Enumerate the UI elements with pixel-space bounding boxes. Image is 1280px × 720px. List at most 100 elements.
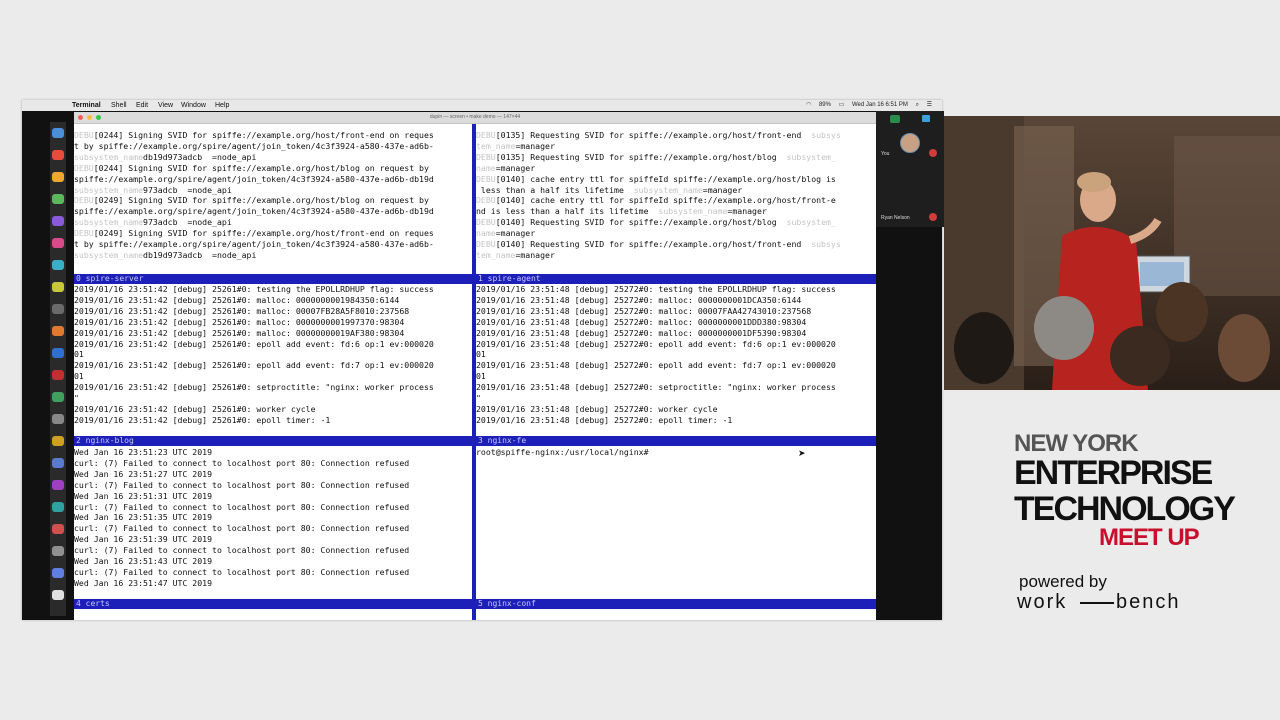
dock-app-icon[interactable]: [52, 150, 64, 160]
log-field-dim: DEBU: [476, 151, 496, 162]
dock-app-icon[interactable]: [52, 480, 64, 490]
dock-app-icon[interactable]: [52, 436, 64, 446]
dock-app-icon[interactable]: [52, 590, 64, 600]
menu-shell[interactable]: Shell: [111, 100, 127, 111]
mic-muted-icon[interactable]: [929, 149, 937, 157]
wifi-icon[interactable]: ◠: [806, 102, 811, 108]
log-text: curl: (7) Failed to connect to localhost…: [74, 479, 410, 490]
menu-extras-icon[interactable]: ☰: [927, 102, 932, 108]
log-field-dim: tem_name: [476, 249, 516, 260]
dock-app-icon[interactable]: [52, 524, 64, 534]
terminal-line: 2019/01/16 23:51:48 [debug] 25272#0: wor…: [476, 404, 876, 415]
terminal-line: 2019/01/16 23:51:48 [debug] 25272#0: epo…: [476, 415, 876, 426]
menu-window[interactable]: Window: [181, 100, 206, 111]
dock-app-icon[interactable]: [52, 568, 64, 578]
search-icon[interactable]: ⌕: [916, 102, 919, 108]
mouse-cursor-icon: ➤: [798, 448, 806, 458]
dock-app-icon[interactable]: [52, 304, 64, 314]
dock-app-icon[interactable]: [52, 260, 64, 270]
terminal-line: DEBU[0140] Requesting SVID for spiffe://…: [476, 217, 876, 228]
pane-spire-agent-log[interactable]: DEBU[0135] Requesting SVID for spiffe://…: [476, 130, 876, 270]
workbench-logo-dash: [1080, 602, 1114, 604]
dock-app-icon[interactable]: [52, 216, 64, 226]
pane-nginx-debug-right[interactable]: 2019/01/16 23:51:48 [debug] 25272#0: tes…: [476, 284, 876, 436]
terminal-line: tem_name=manager: [476, 141, 876, 152]
terminal-line: 2019/01/16 23:51:42 [debug] 25261#0: tes…: [74, 284, 472, 295]
battery-icon[interactable]: ▭: [839, 102, 845, 108]
terminal-line: spiffe://example.org/spire/agent/join_to…: [74, 174, 472, 185]
log-text: =node_api: [212, 249, 257, 260]
log-text: t by spiffe://example.org/spire/agent/jo…: [74, 239, 434, 250]
log-field-dim: DEBU: [476, 217, 496, 228]
log-text: curl: (7) Failed to connect to localhost…: [74, 566, 410, 577]
terminal-line: 2019/01/16 23:51:42 [debug] 25261#0: mal…: [74, 306, 472, 317]
terminal-line: subsystem_name973adcb =node_api: [74, 185, 472, 196]
terminal-line: DEBU[0135] Requesting SVID for spiffe://…: [476, 130, 876, 141]
people-icon[interactable]: [890, 115, 900, 123]
pane-divider-vertical[interactable]: [472, 124, 476, 620]
log-field-dim: subsystem_name: [74, 151, 144, 162]
menu-help[interactable]: Help: [215, 100, 229, 111]
dock-app-icon[interactable]: [52, 370, 64, 380]
tmux-status-spire-agent: 1 spire-agent: [476, 274, 876, 284]
log-text: 2019/01/16 23:51:42 [debug] 25261#0: mal…: [74, 316, 405, 327]
terminal-line: subsystem_namedb19d973adcb =node_api: [74, 152, 472, 163]
log-text: 01: [74, 349, 84, 360]
terminal-line: 01: [476, 371, 876, 382]
pane-nginx-blog[interactable]: Wed Jan 16 23:51:23 UTC 2019 curl: (7) Fa…: [74, 447, 472, 599]
log-field-dim: subsystem_: [786, 217, 836, 228]
terminal-line: 2019/01/16 23:51:48 [debug] 25272#0: mal…: [476, 295, 876, 306]
log-text: 2019/01/16 23:51:42 [debug] 25261#0: tes…: [74, 284, 434, 294]
log-text: [0244] Signing SVID for spiffe://example…: [93, 130, 434, 140]
dock-app-icon[interactable]: [52, 194, 64, 204]
dock-app-icon[interactable]: [52, 238, 64, 248]
dock-app-icon[interactable]: [52, 128, 64, 138]
log-text: =manager: [515, 249, 555, 260]
menubar-clock[interactable]: Wed Jan 16 6:51 PM: [852, 102, 908, 108]
log-text: 973adcb: [143, 217, 188, 228]
log-text: curl: (7) Failed to connect to localhost…: [74, 545, 410, 556]
log-text: curl: (7) Failed to connect to localhost…: [74, 457, 410, 468]
dock-app-icon[interactable]: [52, 326, 64, 336]
speaker-video: [944, 116, 1280, 390]
pane-nginx-debug-left[interactable]: 2019/01/16 23:51:42 [debug] 25261#0: tes…: [74, 284, 472, 436]
log-field-dim: name: [476, 228, 496, 239]
log-text: [0249] Signing SVID for spiffe://example…: [93, 228, 434, 239]
terminal-line: DEBU[0244] Signing SVID for spiffe://exa…: [74, 130, 472, 141]
dock-app-icon[interactable]: [52, 172, 64, 182]
terminal-line: name=manager: [476, 228, 876, 239]
menu-terminal[interactable]: Terminal: [72, 100, 101, 111]
log-text: Wed Jan 16 23:51:31 UTC 2019: [74, 490, 213, 501]
terminal-line: curl: (7) Failed to connect to localhost…: [74, 545, 472, 556]
log-text: Wed Jan 16 23:51:27 UTC 2019: [74, 468, 213, 479]
log-text: nd is less than a half its lifetime: [476, 206, 659, 217]
log-text: curl: (7) Failed to connect to localhost…: [74, 523, 410, 534]
dock-app-icon[interactable]: [52, 414, 64, 424]
log-text: Wed Jan 16 23:51:23 UTC 2019: [74, 447, 213, 457]
dock-app-icon[interactable]: [52, 348, 64, 358]
terminal-line: DEBU[0135] Requesting SVID for spiffe://…: [476, 152, 876, 163]
log-field-dim: subsystem_name: [633, 184, 703, 195]
log-text: 973adcb: [143, 184, 188, 195]
pane-nginx-fe-shell[interactable]: root@spiffe-nginx:/usr/local/nginx#: [476, 447, 876, 599]
log-text: [0135] Requesting SVID for spiffe://exam…: [495, 151, 787, 162]
dock-app-icon[interactable]: [52, 502, 64, 512]
dock-app-icon[interactable]: [52, 546, 64, 556]
terminal-line: 01: [476, 349, 876, 360]
terminal-line: Wed Jan 16 23:51:27 UTC 2019: [74, 469, 472, 480]
terminal-line: t by spiffe://example.org/spire/agent/jo…: [74, 141, 472, 152]
log-text: =node_api: [187, 184, 232, 195]
dock-app-icon[interactable]: [52, 392, 64, 402]
log-text: root@spiffe-nginx:/usr/local/nginx#: [476, 447, 649, 457]
menu-view[interactable]: View: [158, 100, 173, 111]
chat-icon[interactable]: [922, 115, 930, 122]
log-text: 2019/01/16 23:51:48 [debug] 25272#0: epo…: [476, 338, 836, 349]
pane-spire-server-log[interactable]: DEBU [0244] Signing SVID for spiffe://exa…: [74, 130, 472, 270]
meeting-participants-panel: You Ryan Nelson: [876, 111, 944, 227]
dock-app-icon[interactable]: [52, 282, 64, 292]
log-field-dim: DEBU: [74, 195, 94, 206]
log-text: =manager: [495, 228, 536, 239]
participant-mic-muted-icon[interactable]: [929, 213, 937, 221]
dock-app-icon[interactable]: [52, 458, 64, 468]
menu-edit[interactable]: Edit: [136, 100, 148, 111]
